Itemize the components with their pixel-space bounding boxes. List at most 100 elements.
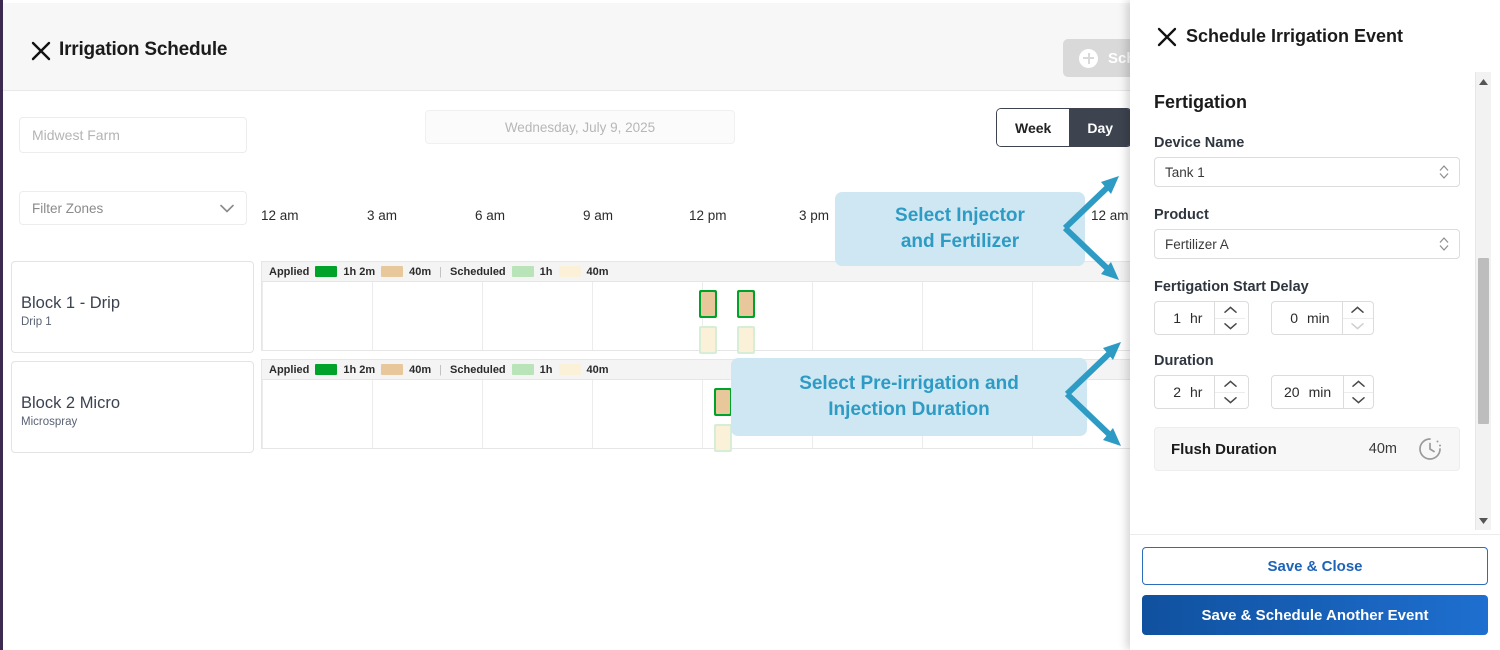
event-block-fill [739,328,753,352]
duration-minutes-value: 20 [1284,384,1300,400]
duration-hours-up-icon[interactable] [1215,376,1245,393]
zone-list: Block 1 - Drip Drip 1 Block 2 MicroMicrosp… [11,261,254,461]
legend-scheduled-swatch-1 [559,266,581,277]
view-toggle[interactable]: Week Day [996,108,1132,147]
timeline-hour-0: 12 am [261,208,299,223]
start-delay-hours-down-icon[interactable] [1215,319,1245,335]
legend-applied-swatch-1 [381,266,403,277]
legend-separator: | [437,364,444,376]
zone-subtitle: Drip 1 [21,316,52,328]
tab-week[interactable]: Week [997,109,1069,146]
legend-scheduled-text-1: 40m [587,364,609,376]
timeline-hour-6: 12 am [1091,208,1129,223]
legend-scheduled-label: Scheduled [450,266,506,278]
save-and-schedule-another-button[interactable]: Save & Schedule Another Event [1142,595,1488,635]
duration-minutes-unit: min [1309,384,1332,400]
zone-card[interactable]: Block 1 - Drip Drip 1 [11,261,254,353]
plus-circle-icon [1079,49,1098,68]
page-title: Irrigation Schedule [59,39,227,61]
event-block-scheduled[interactable] [737,326,755,354]
zone-card[interactable]: Block 2 MicroMicrospray [11,361,254,453]
date-value: Wednesday, July 9, 2025 [505,120,655,135]
legend-scheduled-swatch-0 [512,364,534,375]
event-block-fill [716,390,730,414]
duration-row: 2 hr 20 min [1154,375,1460,409]
legend-applied-text-1: 40m [409,266,431,278]
callout-line-1: Select Injector [895,203,1025,229]
callout-line-2: Injection Duration [799,397,1019,423]
legend-applied-label: Applied [269,364,309,376]
duration-minutes-up-icon[interactable] [1344,376,1373,393]
zone-name: Block 1 - Drip [21,294,120,313]
legend-scheduled-text-1: 40m [587,266,609,278]
timeline-hour-3: 9 am [583,208,613,223]
flush-duration-label: Flush Duration [1171,441,1277,458]
start-delay-hours-up-icon[interactable] [1215,302,1245,319]
legend-applied-text-0: 1h 2m [343,364,375,376]
filter-zones-select[interactable]: Filter Zones [19,191,247,225]
legend-scheduled-label: Scheduled [450,364,506,376]
legend-scheduled-text-0: 1h [540,364,553,376]
zone-subtitle: Microspray [21,416,77,428]
event-block-scheduled[interactable] [699,326,717,354]
event-block-fill [739,292,753,316]
device-name-select[interactable]: Tank 1 [1154,157,1460,187]
start-delay-hours-stepper[interactable]: 1 hr [1154,301,1249,335]
timeline-hour-4: 12 pm [689,208,727,223]
duration-minutes-down-icon[interactable] [1344,393,1373,409]
caret-down-icon[interactable] [1476,513,1491,528]
duration-hours-value: 2 [1167,384,1181,400]
lane-body[interactable] [261,281,1141,351]
app-root: Irrigation Schedule Sch Midwest Farm Wed… [0,0,1500,650]
product-label: Product [1154,207,1460,223]
callout-line-2: and Fertilizer [895,229,1025,255]
caret-up-icon[interactable] [1476,74,1491,89]
legend-scheduled-swatch-0 [512,266,534,277]
event-block-fill [716,426,730,450]
duration-minutes-stepper[interactable]: 20 min [1271,375,1374,409]
event-block-fill [701,328,715,352]
timeline-hour-1: 3 am [367,208,397,223]
duration-hours-down-icon[interactable] [1215,393,1245,409]
legend-applied-text-1: 40m [409,364,431,376]
start-delay-hours-unit: hr [1190,310,1202,326]
event-block-scheduled[interactable] [714,424,732,452]
start-delay-minutes-unit: min [1307,310,1330,326]
flush-duration-value: 40m [1369,441,1417,457]
date-picker[interactable]: Wednesday, July 9, 2025 [425,110,735,144]
farm-select[interactable]: Midwest Farm [19,117,247,153]
event-block-applied[interactable] [699,290,717,318]
duration-hours-stepper[interactable]: 2 hr [1154,375,1249,409]
start-delay-hours-value: 1 [1167,310,1181,326]
save-and-close-button[interactable]: Save & Close [1142,547,1488,585]
tab-day[interactable]: Day [1069,109,1131,146]
chevron-down-icon [220,204,234,213]
filter-zones-label: Filter Zones [32,201,103,216]
drawer-title: Schedule Irrigation Event [1186,26,1403,47]
start-delay-minutes-up-icon[interactable] [1343,302,1373,319]
legend-applied-text-0: 1h 2m [343,266,375,278]
start-delay-minutes-value: 0 [1284,310,1298,326]
drawer-close-x-icon[interactable] [1156,26,1178,48]
schedule-lane: Applied 1h 2m 40m | Scheduled 1h 40m [261,261,1141,351]
start-delay-minutes-down-icon [1343,319,1373,335]
duration-hours-unit: hr [1190,384,1202,400]
legend-applied-label: Applied [269,266,309,278]
event-block-applied[interactable] [737,290,755,318]
farm-value: Midwest Farm [32,127,120,143]
flush-duration-row[interactable]: Flush Duration 40m [1154,427,1460,471]
drawer-footer: Save & Close Save & Schedule Another Eve… [1130,534,1500,650]
duration-label: Duration [1154,353,1460,369]
device-name-label: Device Name [1154,135,1460,151]
drawer-form: Fertigation Device Name Tank 1 Product F… [1130,72,1500,530]
scrollbar-thumb[interactable] [1478,258,1489,424]
event-block-applied[interactable] [714,388,732,416]
start-delay-label: Fertigation Start Delay [1154,279,1460,295]
legend-scheduled-text-0: 1h [540,266,553,278]
close-x-icon[interactable] [29,39,53,63]
product-select[interactable]: Fertilizer A [1154,229,1460,259]
legend-separator: | [437,266,444,278]
start-delay-minutes-stepper[interactable]: 0 min [1271,301,1374,335]
drawer-scrollbar[interactable] [1475,72,1491,530]
product-value: Fertilizer A [1165,237,1229,252]
